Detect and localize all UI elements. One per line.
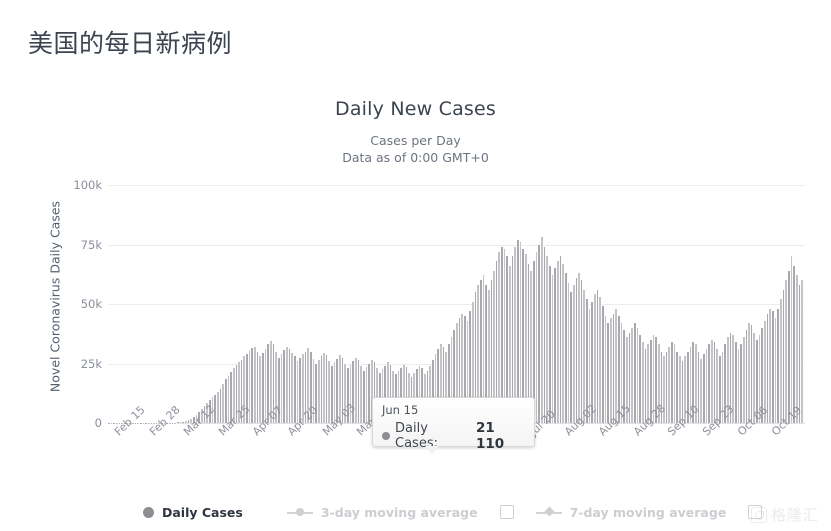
y-axis-ticks: 0 25k 50k 75k 100k bbox=[62, 178, 102, 430]
legend-label-3day-moving-average: 3-day moving average bbox=[320, 504, 478, 520]
tooltip-date: Jun 15 bbox=[382, 403, 419, 417]
y-axis-title: Novel Coronavirus Daily Cases bbox=[47, 200, 63, 393]
y-axis-tick-label: 0 bbox=[94, 416, 102, 430]
page-title: 美国的每日新病例 bbox=[28, 29, 233, 58]
legend-item-daily-cases[interactable]: Daily Cases bbox=[143, 505, 243, 520]
y-axis-tick-label: 100k bbox=[73, 178, 102, 192]
legend-item-7day-moving-average[interactable]: 7-day moving average bbox=[535, 504, 727, 520]
legend-label-daily-cases: Daily Cases bbox=[162, 504, 243, 520]
chart-title: Daily New Cases bbox=[335, 98, 496, 120]
plot-area bbox=[108, 185, 805, 424]
chart-tooltip: Jun 15 Daily Cases: 21 110 bbox=[372, 397, 535, 454]
y-axis-tick-label: 75k bbox=[80, 237, 102, 252]
app-logo-icon bbox=[750, 506, 767, 523]
chart-subtitle-cases-per-day: Cases per Day bbox=[370, 133, 461, 148]
tooltip-series-dot-icon bbox=[382, 432, 390, 440]
watermark: 格隆汇 bbox=[750, 504, 819, 525]
legend-label-7day-moving-average: 7-day moving average bbox=[569, 504, 727, 520]
checkbox-3day-moving-average[interactable] bbox=[499, 505, 514, 519]
tooltip-series-value: 21 110 bbox=[475, 420, 505, 452]
y-axis-tick-label: 25k bbox=[80, 356, 102, 371]
bar[interactable] bbox=[801, 280, 804, 423]
chart-legend: Daily Cases 3-day moving average 7-day m… bbox=[0, 493, 831, 531]
legend-item-3day-moving-average[interactable]: 3-day moving average bbox=[286, 504, 478, 520]
screenshot-root: 美国的每日新病例 Daily New Cases Cases per Day D… bbox=[0, 0, 831, 531]
tooltip-series-row: Daily Cases: 21 110 bbox=[382, 420, 525, 452]
legend-line-diamond-icon bbox=[535, 507, 562, 518]
chart-card: Daily New Cases Cases per Day Data as of… bbox=[0, 84, 831, 531]
legend-dot-icon bbox=[143, 506, 154, 518]
y-axis-tick-label: 50k bbox=[80, 297, 102, 311]
legend-line-dot-icon bbox=[286, 507, 313, 518]
bar-series-daily-cases[interactable] bbox=[108, 185, 805, 423]
chart-subtitle-data-as-of: Data as of 0:00 GMT+0 bbox=[342, 150, 489, 165]
watermark-text: 格隆汇 bbox=[770, 506, 819, 524]
